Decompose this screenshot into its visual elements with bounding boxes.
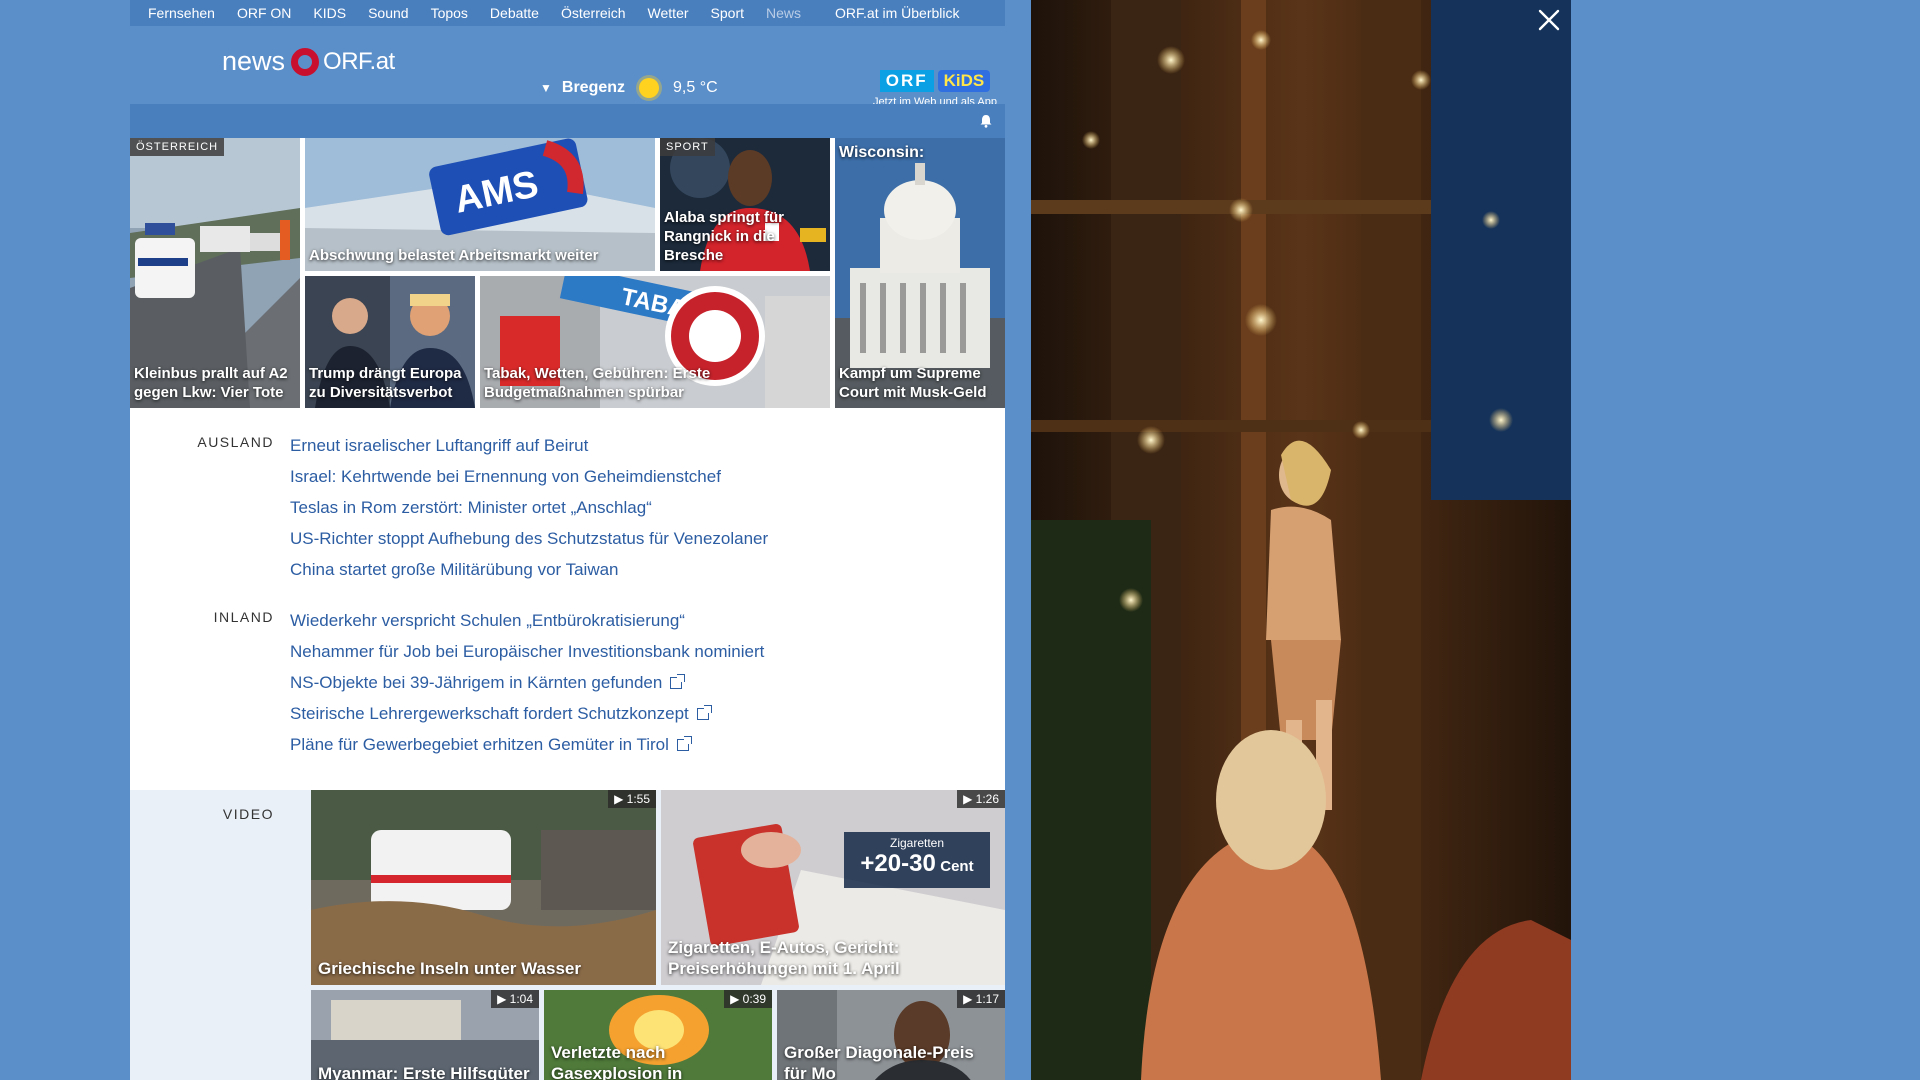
orf-ring-icon [291, 47, 320, 76]
weather-city: Bregenz [561, 79, 626, 96]
headline-link[interactable]: China startet große Militärübung vor Tai… [290, 554, 768, 585]
headline-link[interactable]: Pläne für Gewerbegebiet erhitzen Gemüter… [290, 729, 764, 760]
notification-bar [130, 104, 1005, 138]
section-inland: INLAND Wiederkehr verspricht Schulen „En… [130, 605, 1005, 760]
nav-item-debatte[interactable]: Debatte [490, 5, 539, 21]
sun-icon [639, 78, 660, 98]
nav-item-wetter[interactable]: Wetter [648, 5, 689, 21]
nav-item-orf-on[interactable]: ORF ON [237, 5, 291, 21]
nav-item-topos[interactable]: Topos [431, 5, 468, 21]
story-title: Alaba springt für Rangnick in die Bresch… [664, 209, 785, 264]
headline-link[interactable]: Erneut israelischer Luftangriff auf Beir… [290, 430, 768, 461]
video-tile-preiserhoehungen[interactable]: Zigaretten +20-30 Cent ▶ 1:26 Zigaretten… [661, 790, 1005, 985]
overlay-value: +20-30 [860, 850, 936, 877]
story-title: Kampf um Supreme Court mit Musk-Geld [839, 365, 987, 401]
video-tile-diagonale[interactable]: ▶ 1:17 Großer Diagonale-Preis für Mo [777, 990, 1005, 1080]
overlay-label: Zigaretten [889, 836, 945, 850]
story-tile-alaba[interactable]: SPORT Alaba springt für Rangnick in die … [660, 138, 830, 271]
headline-text: Pläne für Gewerbegebiet erhitzen Gemüter… [290, 735, 669, 754]
nav-item-sport[interactable]: Sport [711, 5, 744, 21]
headline-link[interactable]: Israel: Kehrtwende bei Ernennung von Geh… [290, 461, 768, 492]
story-tile-wisconsin[interactable]: Wisconsin: Kampf um Supreme Court mit Mu… [835, 138, 1005, 408]
video-title: Myanmar: Erste Hilfsgüter [318, 1064, 530, 1080]
video-title: Griechische Inseln unter Wasser [318, 959, 581, 978]
image-overlay-panel [1031, 0, 1571, 1080]
headline-link[interactable]: Nehammer für Job bei Europäischer Invest… [290, 636, 764, 667]
category-tag: SPORT [660, 138, 715, 156]
headline-link[interactable]: US-Richter stoppt Aufhebung des Schutzst… [290, 523, 768, 554]
headline-link[interactable]: Steirische Lehrergewerkschaft fordert Sc… [290, 698, 764, 729]
video-tile-griechenland[interactable]: ▶ 1:55 Griechische Inseln unter Wasser [311, 790, 656, 985]
category-tag: ÖSTERREICH [130, 138, 225, 156]
video-tile-myanmar[interactable]: ▶ 1:04 Myanmar: Erste Hilfsgüter [311, 990, 539, 1080]
external-link-icon [696, 705, 712, 720]
price-overlay-box: Zigaretten +20-30 Cent [844, 832, 990, 888]
section-label: AUSLAND [197, 434, 274, 450]
headline-list: Erneut israelischer Luftangriff auf Beir… [290, 430, 768, 585]
headline-link[interactable]: Wiederkehr verspricht Schulen „Entbürokr… [290, 605, 764, 636]
weather-temperature: 9,5 °C [673, 79, 718, 96]
external-link-icon [670, 674, 686, 689]
dropdown-triangle-icon: ▼ [540, 81, 552, 95]
video-duration: ▶ 1:26 [957, 790, 1005, 808]
video-tile-gasexplosion[interactable]: ▶ 0:39 Verletzte nach Gasexplosion in [544, 990, 772, 1080]
nav-item--sterreich[interactable]: Österreich [561, 5, 626, 21]
video-duration: ▶ 1:55 [608, 790, 656, 808]
section-ausland: AUSLAND Erneut israelischer Luftangriff … [130, 430, 1005, 585]
orf-kids-logo-kids: KiDS [937, 70, 991, 92]
nav-item-fernsehen[interactable]: Fernsehen [148, 5, 215, 21]
orf-news-page: Fernsehen ORF ON KIDS Sound Topos Debatte Öste… [130, 0, 1005, 1080]
site-header: news ORF.at ▼ Bregenz 9,5 °C ORF KiDS Je… [130, 26, 1005, 108]
video-title: Großer Diagonale-Preis für Mo [784, 1043, 974, 1080]
external-link-icon [676, 736, 692, 751]
headline-lists: AUSLAND Erneut israelischer Luftangriff … [130, 408, 1005, 790]
story-title: Abschwung belastet Arbeitsmarkt weiter [309, 247, 599, 264]
story-title: Tabak, Wetten, Gebühren: Erste Budgetmaß… [484, 365, 711, 401]
headline-text: Wiederkehr verspricht Schulen „Entbürokr… [290, 611, 685, 630]
story-title: Kleinbus prallt auf A2 gegen Lkw: Vier T… [134, 365, 288, 401]
video-thumbnail [311, 790, 656, 985]
bell-icon[interactable] [979, 114, 993, 128]
story-tile-tabak[interactable]: TABAK Tabak, Wetten, Gebühren: Erste Bud… [480, 276, 830, 408]
video-duration: ▶ 1:04 [491, 990, 539, 1008]
overlay-unit: Cent [940, 858, 974, 875]
close-icon[interactable] [1537, 8, 1561, 32]
section-label: INLAND [213, 609, 274, 625]
video-title: Zigaretten, E-Autos, Gericht: Preiserhöh… [668, 938, 900, 978]
story-title: Trump drängt Europa zu Diversitätsverbot [309, 365, 462, 401]
nav-item-overview[interactable]: ORF.at im Überblick [835, 5, 959, 21]
headline-link[interactable]: NS-Objekte bei 39-Jährigem in Kärnten ge… [290, 667, 764, 698]
orf-kids-logo-orf: ORF [879, 70, 934, 92]
headline-link[interactable]: Teslas in Rom zerstört: Minister ortet „… [290, 492, 768, 523]
top-navigation: Fernsehen ORF ON KIDS Sound Topos Debatte Öste… [130, 0, 1005, 26]
weather-widget[interactable]: ▼ Bregenz 9,5 °C [540, 78, 718, 98]
overlay-scene-image [1031, 0, 1571, 1080]
story-tile-a2-crash[interactable]: ÖSTERREICH Kleinbus prallt auf A2 gegen … [130, 138, 300, 408]
story-tile-trump[interactable]: Trump drängt Europa zu Diversitätsverbot [305, 276, 475, 408]
section-label: VIDEO [222, 806, 274, 822]
logo-orf-text: ORF.at [323, 47, 395, 75]
headline-text: Steirische Lehrergewerkschaft fordert Sc… [290, 704, 689, 723]
nav-item-kids[interactable]: KIDS [313, 5, 346, 21]
orf-kids-promo[interactable]: ORF KiDS Jetzt im Web und als App [865, 70, 1005, 108]
story-tile-arbeitsmarkt[interactable]: AMS Abschwung belastet Arbeitsmarkt weit… [305, 138, 655, 271]
nav-item-news[interactable]: News [766, 5, 801, 21]
headline-text: Nehammer für Job bei Europäischer Invest… [290, 642, 765, 661]
video-duration: ▶ 0:39 [724, 990, 772, 1008]
logo-news-text: news [222, 46, 286, 76]
headline-list: Wiederkehr verspricht Schulen „Entbürokr… [290, 605, 764, 760]
story-kicker: Wisconsin: [839, 144, 925, 161]
top-stories: ÖSTERREICH Kleinbus prallt auf A2 gegen … [130, 138, 1005, 408]
video-duration: ▶ 1:17 [957, 990, 1005, 1008]
headline-text: NS-Objekte bei 39-Jährigem in Kärnten ge… [290, 673, 663, 692]
video-title: Verletzte nach Gasexplosion in [551, 1043, 683, 1080]
video-section: VIDEO ▶ 1:55 Griechische Inseln unter Wa… [130, 790, 1005, 1080]
news-orf-logo[interactable]: news ORF.at [222, 46, 395, 77]
nav-item-sound[interactable]: Sound [368, 5, 408, 21]
